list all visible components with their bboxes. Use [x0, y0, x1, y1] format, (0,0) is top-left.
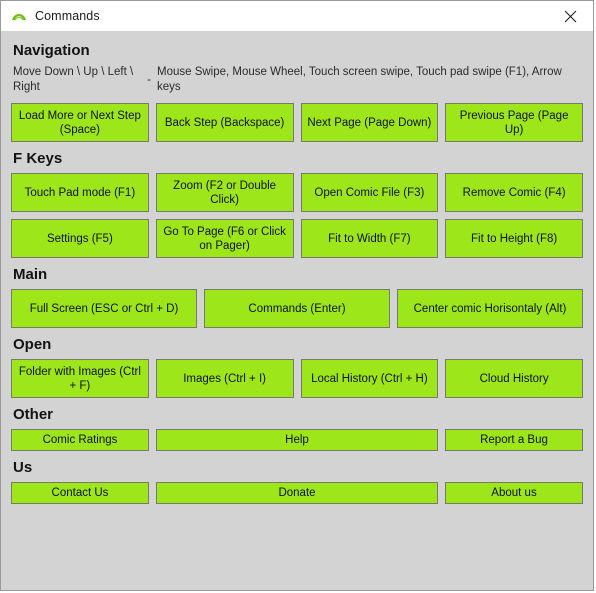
button-fit-to-width-f7[interactable]: Fit to Width (F7): [300, 219, 439, 258]
button-fit-to-height-f8[interactable]: Fit to Height (F8): [445, 219, 583, 258]
button-folder-with-images-ctrl-f[interactable]: Folder with Images (Ctrl + F): [11, 359, 149, 398]
title-bar: Commands: [1, 1, 593, 31]
close-button[interactable]: [547, 1, 593, 31]
section-us: Us Contact Us Donate About us: [11, 458, 583, 504]
button-full-screen-esc-or-ctrl-d[interactable]: Full Screen (ESC or Ctrl + D): [11, 289, 197, 328]
button-comic-ratings[interactable]: Comic Ratings: [11, 429, 149, 451]
button-back-step-backspace[interactable]: Back Step (Backspace): [155, 103, 294, 142]
button-load-more-or-next-step-space[interactable]: Load More or Next Step (Space): [11, 103, 149, 142]
button-report-a-bug[interactable]: Report a Bug: [445, 429, 583, 451]
section-title-other: Other: [13, 406, 54, 423]
button-go-to-page-f6-or-click-on-pager[interactable]: Go To Page (F6 or Click on Pager): [155, 219, 294, 258]
button-contact-us[interactable]: Contact Us: [11, 482, 149, 504]
section-title-main: Main: [13, 266, 48, 283]
button-row-us-1: Contact Us Donate About us: [11, 482, 583, 504]
section-navigation: Navigation Move Down \ Up \ Left \ Right -…: [11, 41, 583, 142]
section-main: Main Full Screen (ESC or Ctrl + D) Command…: [11, 265, 583, 328]
mountain-arch-icon: [12, 14, 26, 21]
commands-window: Commands Navigation Move Down \ Up \ Left…: [0, 0, 594, 591]
window-title: Commands: [35, 9, 100, 23]
button-remove-comic-f4[interactable]: Remove Comic (F4): [445, 173, 583, 212]
button-open-comic-file-f3[interactable]: Open Comic File (F3): [300, 173, 439, 212]
button-row-navigation-1: Load More or Next Step (Space) Back Step …: [11, 103, 583, 142]
section-other: Other Comic Ratings Help Report a Bug: [11, 405, 583, 451]
button-row-open-1: Folder with Images (Ctrl + F) Images (Ctr…: [11, 359, 583, 398]
button-commands-enter[interactable]: Commands (Enter): [204, 289, 390, 328]
button-cloud-history[interactable]: Cloud History: [445, 359, 583, 398]
section-title-us: Us: [13, 459, 33, 476]
button-donate[interactable]: Donate: [156, 482, 438, 504]
button-local-history-ctrl-h[interactable]: Local History (Ctrl + H): [300, 359, 439, 398]
navigation-values-label: Mouse Swipe, Mouse Wheel, Touch screen s…: [157, 66, 562, 93]
navigation-keys-label: Move Down \ Up \ Left \ Right: [13, 66, 134, 93]
section-title-f-keys: F Keys: [13, 150, 63, 167]
button-next-page-page-down[interactable]: Next Page (Page Down): [300, 103, 439, 142]
button-row-f-keys-2: Settings (F5) Go To Page (F6 or Click on …: [11, 219, 583, 258]
close-icon: [564, 10, 576, 22]
button-zoom-f2-or-double-click[interactable]: Zoom (F2 or Double Click): [155, 173, 294, 212]
button-touch-pad-mode-f1[interactable]: Touch Pad mode (F1): [11, 173, 149, 212]
section-open: Open Folder with Images (Ctrl + F) Images …: [11, 335, 583, 398]
section-title-navigation: Navigation: [13, 42, 90, 59]
section-title-open: Open: [13, 336, 52, 353]
button-row-other-1: Comic Ratings Help Report a Bug: [11, 429, 583, 451]
section-f-keys: F Keys Touch Pad mode (F1) Zoom (F2 or Dou…: [11, 149, 583, 258]
button-images-ctrl-i[interactable]: Images (Ctrl + I): [155, 359, 294, 398]
button-about-us[interactable]: About us: [445, 482, 583, 504]
button-previous-page-page-up[interactable]: Previous Page (Page Up): [445, 103, 583, 142]
navigation-description: Move Down \ Up \ Left \ Right - Mouse Swip…: [13, 65, 583, 95]
button-settings-f5[interactable]: Settings (F5): [11, 219, 149, 258]
button-row-main-1: Full Screen (ESC or Ctrl + D) Commands (E…: [11, 289, 583, 328]
commands-content: Navigation Move Down \ Up \ Left \ Right -…: [1, 31, 593, 590]
navigation-dash: -: [147, 73, 151, 86]
button-row-f-keys-1: Touch Pad mode (F1) Zoom (F2 or Double Cl…: [11, 173, 583, 212]
button-center-comic-horisontaly-alt[interactable]: Center comic Horisontaly (Alt): [397, 289, 583, 328]
button-help[interactable]: Help: [156, 429, 438, 451]
